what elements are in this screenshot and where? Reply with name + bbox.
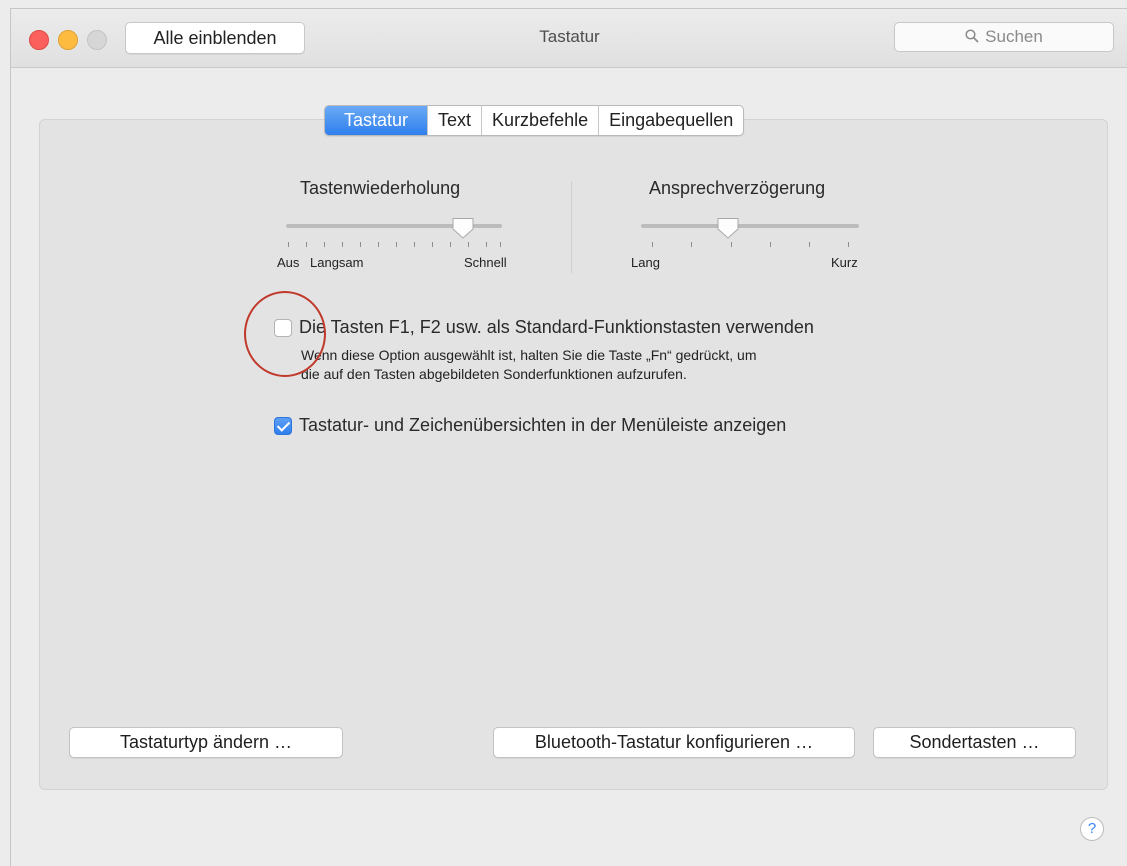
- key-repeat-min-label: Aus: [277, 255, 300, 270]
- fn-keys-description-line1: Wenn diese Option ausgewählt ist, halten…: [301, 347, 757, 363]
- fn-keys-description-line2: die auf den Tasten abgebildeten Sonderfu…: [301, 366, 687, 382]
- help-button[interactable]: ?: [1080, 817, 1104, 841]
- key-repeat-title: Tastenwiederholung: [300, 178, 461, 198]
- fn-keys-label[interactable]: Die Tasten F1, F2 usw. als Standard-Funk…: [299, 317, 814, 338]
- search-input[interactable]: Suchen: [894, 22, 1114, 52]
- tab-text[interactable]: Text: [427, 106, 481, 135]
- content-panel: [39, 119, 1108, 790]
- slider-divider: [571, 181, 572, 273]
- title-bar: Alle einblenden Tastatur Suchen: [11, 9, 1127, 68]
- delay-title: Ansprechverzögerung: [649, 178, 826, 198]
- annotation-circle: [244, 291, 326, 377]
- key-repeat-slider-thumb[interactable]: [451, 217, 475, 239]
- show-viewers-checkbox[interactable]: [274, 417, 292, 435]
- key-repeat-max-label: Schnell: [464, 255, 507, 270]
- modifier-keys-button[interactable]: Sondertasten …: [873, 727, 1076, 758]
- tab-shortcuts[interactable]: Kurzbefehle: [481, 106, 598, 135]
- key-repeat-slow-label: Langsam: [310, 255, 364, 270]
- search-placeholder: Suchen: [985, 27, 1043, 46]
- tab-input-sources[interactable]: Eingabequellen: [598, 106, 743, 135]
- search-icon: [965, 24, 979, 52]
- change-keyboard-type-button[interactable]: Tastaturtyp ändern …: [69, 727, 343, 758]
- delay-min-label: Lang: [631, 255, 660, 270]
- show-viewers-label[interactable]: Tastatur- und Zeichenübersichten in der …: [299, 415, 786, 436]
- preferences-window: Alle einblenden Tastatur Suchen Tastatur…: [10, 8, 1127, 866]
- tab-keyboard[interactable]: Tastatur: [325, 106, 428, 135]
- delay-track: [641, 224, 859, 228]
- delay-slider-thumb[interactable]: [716, 217, 740, 239]
- delay-max-label: Kurz: [831, 255, 858, 270]
- tab-bar: Tastatur Text Kurzbefehle Eingabequellen: [324, 105, 745, 136]
- bluetooth-keyboard-button[interactable]: Bluetooth-Tastatur konfigurieren …: [493, 727, 855, 758]
